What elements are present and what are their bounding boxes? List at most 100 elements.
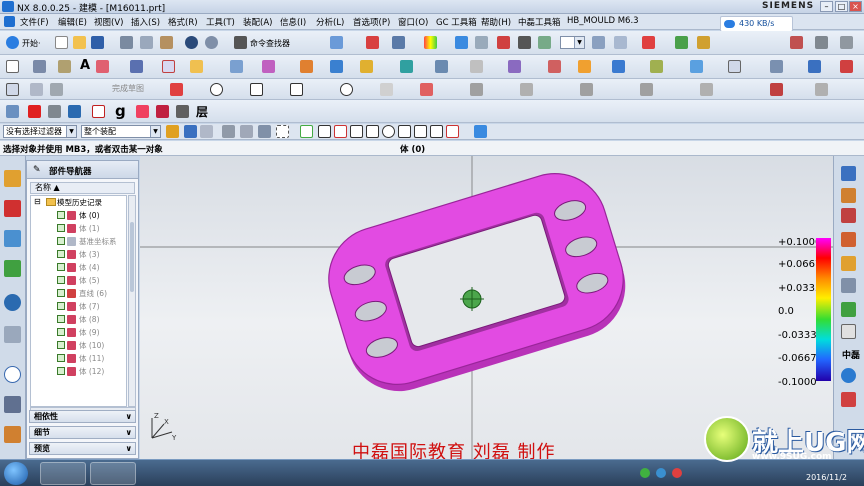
move-face-icon[interactable]: [612, 60, 625, 73]
tree-item[interactable]: 体 (1): [31, 222, 126, 235]
draft-icon[interactable]: [400, 60, 413, 73]
nx-menu-icon[interactable]: [4, 16, 15, 27]
drafting-icon[interactable]: [790, 36, 803, 49]
wireframe-view-icon[interactable]: [475, 36, 488, 49]
undo-icon[interactable]: [185, 36, 198, 49]
cut-icon[interactable]: [120, 36, 133, 49]
checkbox[interactable]: [57, 341, 65, 349]
new-file-icon[interactable]: [55, 36, 68, 49]
reuse-library-icon[interactable]: [4, 260, 21, 277]
save-icon[interactable]: [91, 36, 104, 49]
trim-curve-icon[interactable]: [420, 83, 433, 96]
menu-information[interactable]: 信息(I): [280, 16, 306, 28]
work-layer-icon[interactable]: [592, 36, 605, 49]
measure-distance-icon[interactable]: [675, 36, 688, 49]
snap-arc-icon[interactable]: [366, 125, 379, 138]
tree-item[interactable]: 基准坐标系: [31, 235, 126, 248]
web-browser-icon[interactable]: [4, 294, 21, 311]
thicken-icon[interactable]: [230, 60, 243, 73]
snap-center-icon[interactable]: [382, 125, 395, 138]
open-folder-icon[interactable]: [73, 36, 86, 49]
system-materials-icon[interactable]: [4, 396, 21, 413]
wcs-icon[interactable]: [642, 36, 655, 49]
start-orb-icon[interactable]: [4, 462, 28, 485]
constraint-navigator-icon[interactable]: [4, 200, 21, 217]
tree-item[interactable]: 体 (11): [31, 352, 126, 365]
preview-panel[interactable]: 预览 ∨: [29, 442, 136, 455]
convert-reference-icon[interactable]: [770, 83, 783, 96]
delete-icon[interactable]: [162, 60, 175, 73]
display-constraints-icon[interactable]: [700, 83, 713, 96]
checkbox[interactable]: [57, 276, 65, 284]
sync-modeling-icon[interactable]: [690, 60, 703, 73]
fillet-curve-icon[interactable]: [380, 83, 393, 96]
snap-intersection-icon[interactable]: [414, 125, 427, 138]
checkbox[interactable]: [57, 224, 65, 232]
tree-item[interactable]: 体 (5): [31, 274, 126, 287]
command-finder-icon[interactable]: [234, 36, 247, 49]
collapse-icon[interactable]: ⊟: [34, 197, 41, 206]
red-cube-icon[interactable]: [156, 105, 169, 118]
snap-icon[interactable]: [366, 36, 379, 49]
view-cube-icon[interactable]: [474, 125, 487, 138]
select-all-icon[interactable]: [184, 125, 197, 138]
edit-object-display-icon[interactable]: [392, 36, 405, 49]
blue-box-icon[interactable]: [68, 105, 81, 118]
shell-icon[interactable]: [262, 60, 275, 73]
snap-existing-point-icon[interactable]: [446, 125, 459, 138]
snap-quadrant-icon[interactable]: [398, 125, 411, 138]
pin-icon[interactable]: ✎: [33, 165, 41, 175]
body-select-icon[interactable]: [240, 125, 253, 138]
details-panel[interactable]: 细节 ∨: [29, 426, 136, 439]
checkbox[interactable]: [57, 367, 65, 375]
red-box-icon[interactable]: [28, 105, 41, 118]
pattern-tool-icon[interactable]: [136, 105, 149, 118]
checkbox[interactable]: [57, 354, 65, 362]
clock-icon[interactable]: [4, 366, 21, 383]
point-icon[interactable]: [130, 60, 143, 73]
isometric-view-icon[interactable]: [841, 278, 856, 293]
g-tool-icon[interactable]: g: [115, 102, 126, 120]
copy-icon[interactable]: [140, 36, 153, 49]
fit-view-icon[interactable]: [841, 166, 856, 181]
zoom-icon[interactable]: [841, 188, 856, 203]
tree-item[interactable]: 直线 (6): [31, 287, 126, 300]
circle-tool-icon[interactable]: [210, 83, 223, 96]
mirror-feature-icon[interactable]: [578, 60, 591, 73]
tree-item[interactable]: 体 (0): [31, 209, 126, 222]
spline-icon[interactable]: [30, 83, 43, 96]
tree-vertical-scrollbar[interactable]: [128, 195, 136, 407]
scroll-thumb[interactable]: [130, 222, 134, 292]
menu-analysis[interactable]: 分析(L): [316, 16, 344, 28]
tray-network-icon[interactable]: [656, 468, 666, 478]
tree-root[interactable]: ⊟ 模型历史记录: [31, 196, 126, 209]
minimize-button[interactable]: –: [820, 1, 833, 12]
close-button[interactable]: ×: [849, 1, 862, 12]
trimetric-view-icon[interactable]: [841, 256, 856, 271]
surface-icon[interactable]: [770, 60, 783, 73]
help-icon[interactable]: [841, 368, 856, 383]
subtract-icon[interactable]: [470, 60, 483, 73]
unite-icon[interactable]: [435, 60, 448, 73]
assembly-navigator-icon[interactable]: [4, 170, 21, 187]
box-select-icon[interactable]: [728, 60, 741, 73]
gray-box-icon[interactable]: [48, 105, 61, 118]
snap-tangent-icon[interactable]: [430, 125, 443, 138]
layer-button[interactable]: 层: [196, 103, 208, 120]
checkbox[interactable]: [57, 302, 65, 310]
polygon-tool-icon[interactable]: [290, 83, 303, 96]
tool-red-icon[interactable]: [841, 392, 856, 407]
text-tool-icon[interactable]: A: [80, 58, 90, 73]
snap-end-point-icon[interactable]: [300, 125, 313, 138]
selection-scope-select[interactable]: 整个装配 ▼: [81, 125, 161, 138]
blend-icon[interactable]: [190, 60, 203, 73]
tree-item[interactable]: 体 (4): [31, 261, 126, 274]
command-finder-button[interactable]: 命令查找器: [250, 38, 290, 49]
menu-tools[interactable]: 工具(T): [206, 16, 235, 28]
shaded-view-icon[interactable]: [455, 36, 468, 49]
pan-view-icon[interactable]: [841, 232, 856, 247]
taskbar-powerpoint-button[interactable]: [90, 462, 136, 485]
menu-insert[interactable]: 插入(S): [131, 16, 160, 28]
align-icon[interactable]: [815, 36, 828, 49]
checkbox[interactable]: [57, 289, 65, 297]
